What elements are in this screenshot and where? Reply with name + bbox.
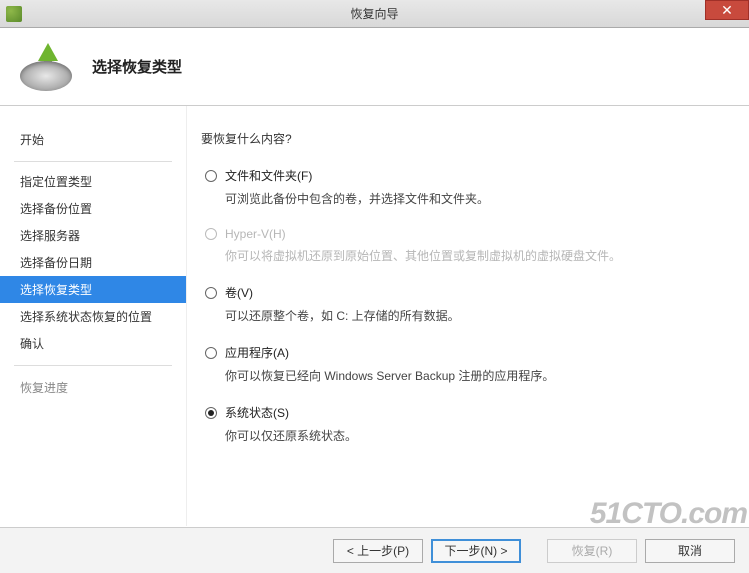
close-icon: ✕	[721, 2, 733, 19]
next-button[interactable]: 下一步(N) >	[431, 539, 521, 563]
option-hyperv-desc: 你可以将虚拟机还原到原始位置、其他位置或复制虚拟机的虚拟硬盘文件。	[225, 247, 731, 264]
option-systemstate-desc: 你可以仅还原系统状态。	[225, 427, 731, 444]
sidebar-step-recovery-type[interactable]: 选择恢复类型	[0, 276, 186, 303]
window-title: 恢复向导	[350, 5, 398, 22]
option-files[interactable]: 文件和文件夹(F) 可浏览此备份中包含的卷，并选择文件和文件夹。	[201, 167, 731, 207]
option-volume-desc: 可以还原整个卷，如 C: 上存储的所有数据。	[225, 307, 731, 324]
prompt-text: 要恢复什么内容?	[201, 130, 731, 147]
option-apps-label: 应用程序(A)	[225, 344, 289, 361]
sidebar: 开始 指定位置类型 选择备份位置 选择服务器 选择备份日期 选择恢复类型 选择系…	[0, 106, 186, 526]
titlebar: 恢复向导 ✕	[0, 0, 749, 28]
sidebar-step-backup-location[interactable]: 选择备份位置	[0, 195, 186, 222]
wizard-header: 选择恢复类型	[0, 28, 749, 106]
option-apps[interactable]: 应用程序(A) 你可以恢复已经向 Windows Server Backup 注…	[201, 344, 731, 384]
radio-hyperv	[205, 228, 217, 240]
radio-volume[interactable]	[205, 287, 217, 299]
close-button[interactable]: ✕	[705, 0, 749, 20]
cancel-button[interactable]: 取消	[645, 539, 735, 563]
option-volume[interactable]: 卷(V) 可以还原整个卷，如 C: 上存储的所有数据。	[201, 284, 731, 324]
sidebar-step-confirm[interactable]: 确认	[0, 330, 186, 357]
option-volume-label: 卷(V)	[225, 284, 253, 301]
sidebar-step-progress: 恢复进度	[0, 374, 186, 401]
sidebar-step-start[interactable]: 开始	[0, 126, 186, 153]
option-files-desc: 可浏览此备份中包含的卷，并选择文件和文件夹。	[225, 190, 731, 207]
option-systemstate[interactable]: 系统状态(S) 你可以仅还原系统状态。	[201, 404, 731, 444]
footer: < 上一步(P) 下一步(N) > 恢复(R) 取消	[0, 527, 749, 573]
app-icon	[6, 6, 22, 22]
recovery-icon	[18, 43, 74, 91]
sidebar-step-systemstate-location[interactable]: 选择系统状态恢复的位置	[0, 303, 186, 330]
option-systemstate-label: 系统状态(S)	[225, 404, 289, 421]
sidebar-step-server[interactable]: 选择服务器	[0, 222, 186, 249]
option-files-label: 文件和文件夹(F)	[225, 167, 312, 184]
prev-button[interactable]: < 上一步(P)	[333, 539, 423, 563]
recover-button: 恢复(R)	[547, 539, 637, 563]
wizard-body: 开始 指定位置类型 选择备份位置 选择服务器 选择备份日期 选择恢复类型 选择系…	[0, 106, 749, 526]
option-hyperv-label: Hyper-V(H)	[225, 227, 286, 241]
radio-files[interactable]	[205, 170, 217, 182]
sidebar-step-location-type[interactable]: 指定位置类型	[0, 168, 186, 195]
radio-apps[interactable]	[205, 347, 217, 359]
option-apps-desc: 你可以恢复已经向 Windows Server Backup 注册的应用程序。	[225, 367, 731, 384]
sidebar-step-backup-date[interactable]: 选择备份日期	[0, 249, 186, 276]
page-title: 选择恢复类型	[92, 56, 182, 77]
content-panel: 要恢复什么内容? 文件和文件夹(F) 可浏览此备份中包含的卷，并选择文件和文件夹…	[186, 106, 749, 526]
option-hyperv: Hyper-V(H) 你可以将虚拟机还原到原始位置、其他位置或复制虚拟机的虚拟硬…	[201, 227, 731, 264]
radio-systemstate[interactable]	[205, 407, 217, 419]
